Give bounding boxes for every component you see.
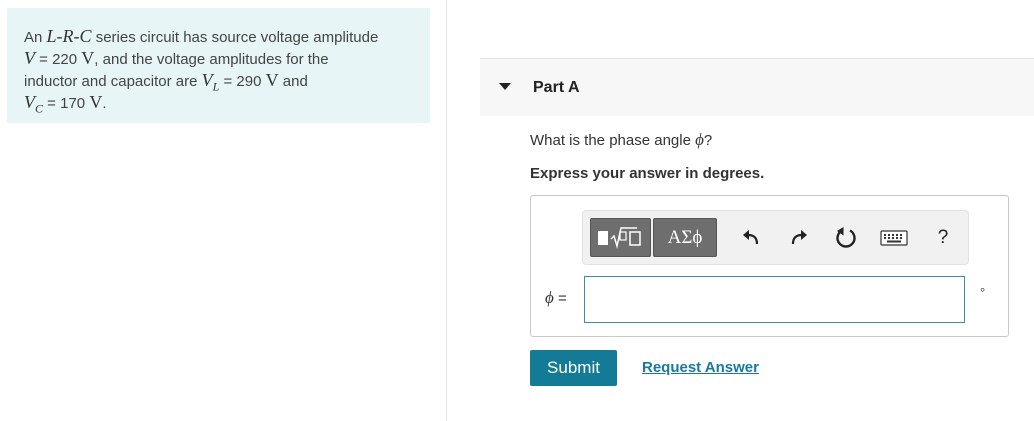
problem-statement: An L-R-C series circuit has source volta… — [7, 8, 430, 123]
math-toolbar: ΑΣϕ ? — [582, 210, 969, 265]
problem-text: = 170 — [43, 95, 90, 112]
unit-volt: V — [265, 70, 279, 90]
problem-text: , and the voltage amplitudes for the — [94, 51, 329, 68]
caret-down-icon[interactable] — [499, 83, 511, 90]
templates-button[interactable] — [590, 218, 651, 257]
help-icon[interactable]: ? — [930, 225, 956, 251]
problem-text: An — [24, 29, 43, 46]
answer-input[interactable] — [584, 276, 965, 323]
undo-icon[interactable] — [738, 225, 764, 251]
problem-text: = 290 — [219, 73, 266, 90]
reset-icon[interactable] — [833, 225, 859, 251]
math-lrc: L-R-C — [46, 26, 92, 46]
answer-area: ΑΣϕ ? ϕ = ° — [530, 195, 1009, 337]
templates-icon — [598, 227, 641, 249]
part-a-header[interactable]: Part A — [480, 58, 1034, 116]
submit-button[interactable]: Submit — [530, 350, 617, 386]
panel-divider — [446, 0, 447, 421]
answer-label: ϕ = — [545, 288, 567, 307]
math-v: V — [24, 48, 35, 68]
greek-symbols-button[interactable]: ΑΣϕ — [653, 218, 717, 257]
unit-volt: V — [81, 48, 95, 68]
problem-text: = 220 — [35, 51, 82, 68]
request-answer-link[interactable]: Request Answer — [642, 359, 759, 376]
problem-text: and — [278, 73, 308, 90]
unit-volt: V — [89, 92, 103, 112]
problem-text: inductor and capacitor are — [24, 73, 202, 90]
math-vc: VC — [24, 92, 44, 116]
problem-text: series circuit has source voltage amplit… — [91, 29, 379, 46]
part-title: Part A — [533, 79, 580, 96]
phi-symbol: ϕ — [695, 130, 704, 149]
answer-instruction: Express your answer in degrees. — [530, 165, 765, 182]
math-vl: VL — [201, 70, 220, 94]
problem-text: . — [102, 95, 107, 112]
redo-icon[interactable] — [786, 225, 812, 251]
question-text: What is the phase angle ϕ? — [530, 130, 713, 149]
degree-unit: ° — [980, 285, 986, 300]
keyboard-icon[interactable] — [879, 225, 909, 251]
